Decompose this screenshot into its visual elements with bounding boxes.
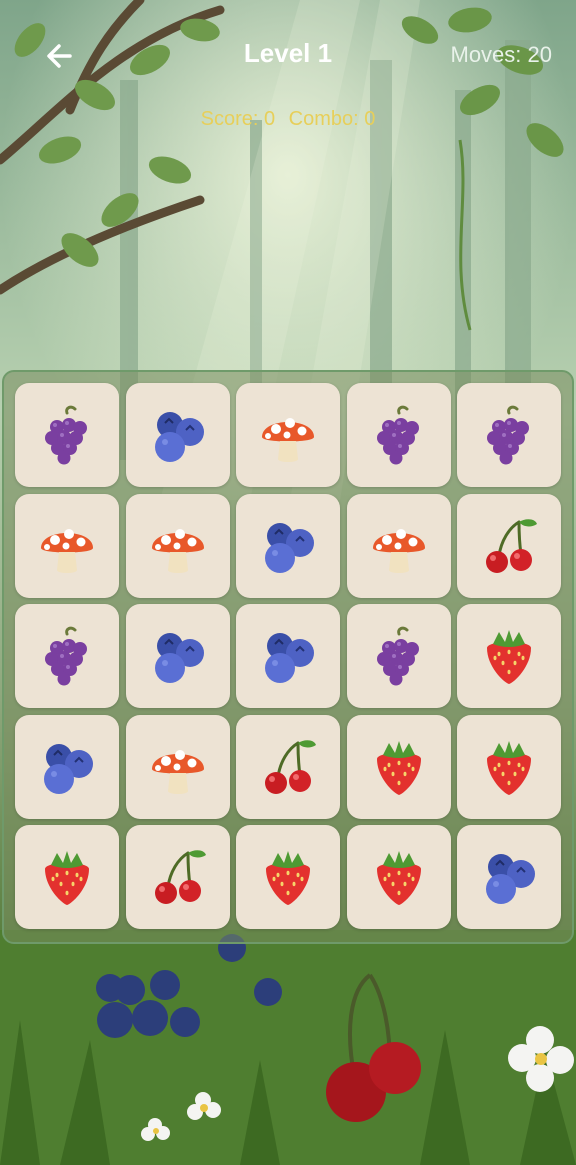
score-label: Score: 0: [200, 108, 276, 130]
strawberry-icon: [266, 851, 310, 905]
score-combo-line: Score: 0 Combo: 0: [0, 108, 576, 131]
tile-grapes[interactable]: [346, 604, 451, 708]
tile-mushroom[interactable]: [125, 714, 230, 819]
mushroom-icon: [372, 528, 425, 573]
cherries-icon: [265, 739, 316, 794]
mushroom-icon: [262, 418, 314, 462]
tile-strawberry[interactable]: [236, 825, 340, 929]
tile-grapes[interactable]: [457, 383, 561, 487]
blueberries-icon: [486, 854, 535, 904]
blueberries-icon: [265, 633, 314, 683]
tile-blueberries[interactable]: [236, 493, 340, 598]
cherries-icon: [154, 850, 206, 904]
blueberries-icon: [154, 412, 204, 462]
moves-counter: Moves: 20: [450, 42, 553, 67]
tile-strawberry[interactable]: [346, 714, 451, 819]
game-header: Level 1 Moves: 20: [0, 0, 576, 110]
tile-cherries[interactable]: [125, 825, 230, 929]
tile-mushroom[interactable]: [236, 383, 340, 487]
tile-grapes[interactable]: [346, 383, 451, 487]
blueberries-icon: [265, 522, 314, 573]
tile-strawberry[interactable]: [15, 825, 119, 929]
strawberry-icon: [487, 740, 531, 795]
combo-label: Combo: 0: [288, 108, 376, 130]
mushroom-icon: [41, 528, 93, 573]
cherries-icon: [486, 518, 537, 573]
tile-grapes[interactable]: [15, 604, 119, 708]
grapes-icon: [45, 405, 87, 465]
tile-mushroom[interactable]: [346, 493, 451, 598]
blueberries-icon: [44, 743, 93, 794]
mushroom-icon: [151, 528, 204, 573]
tile-blueberries[interactable]: [457, 825, 561, 929]
grapes-icon: [376, 405, 419, 465]
tile-strawberry[interactable]: [457, 714, 561, 819]
strawberry-icon: [376, 740, 421, 795]
tile-cherries[interactable]: [457, 493, 561, 598]
tile-blueberries[interactable]: [125, 604, 230, 708]
tile-blueberries[interactable]: [236, 604, 340, 708]
strawberry-icon: [376, 851, 421, 905]
tile-strawberry[interactable]: [346, 825, 451, 929]
tile-strawberry[interactable]: [457, 604, 561, 708]
blueberries-icon: [154, 633, 204, 683]
grapes-icon: [376, 626, 419, 686]
game-board: [2, 370, 574, 944]
mushroom-icon: [151, 749, 204, 794]
grapes-icon: [45, 626, 87, 686]
strawberry-icon: [487, 630, 531, 684]
tile-mushroom[interactable]: [15, 493, 119, 598]
tile-mushroom[interactable]: [125, 493, 230, 598]
grapes-icon: [487, 405, 529, 465]
tile-cherries[interactable]: [236, 714, 340, 819]
tile-grapes[interactable]: [15, 383, 119, 487]
tile-blueberries[interactable]: [125, 383, 230, 487]
strawberry-icon: [45, 851, 89, 905]
tile-blueberries[interactable]: [15, 714, 119, 819]
